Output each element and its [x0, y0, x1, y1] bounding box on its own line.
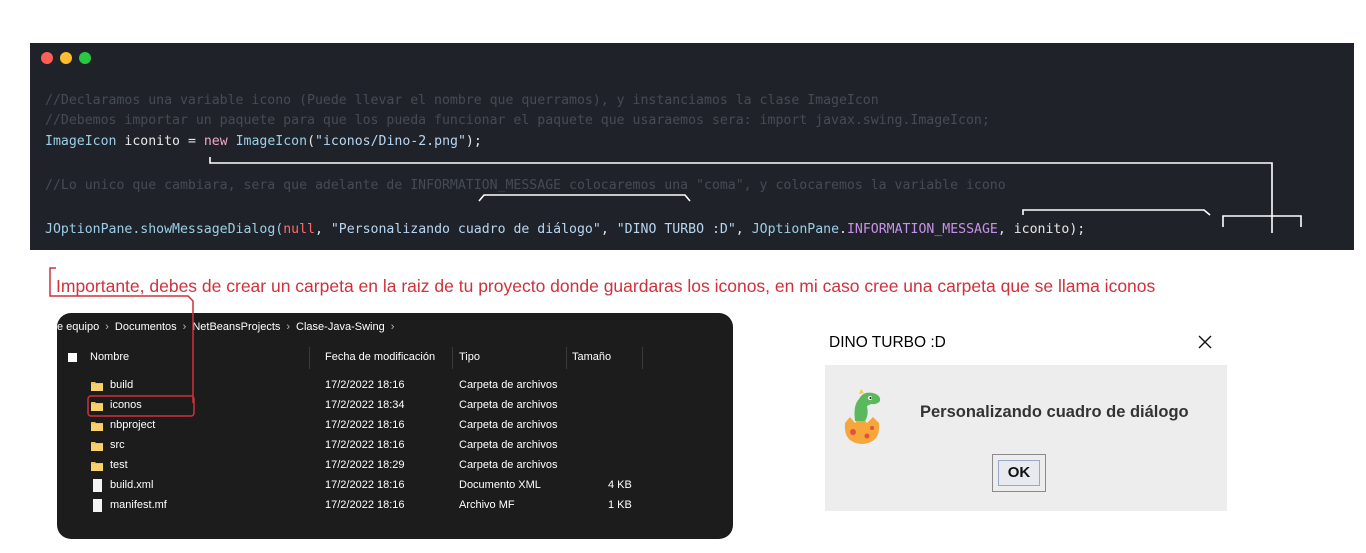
dialog-message: Personalizando cuadro de diálogo — [920, 403, 1189, 421]
dialog-title: DINO TURBO :D — [829, 334, 946, 351]
dialog-body: Personalizando cuadro de diálogo OK — [825, 365, 1227, 511]
close-icon[interactable] — [1195, 332, 1215, 352]
dino-egg-icon — [844, 389, 881, 444]
ok-button[interactable]: OK — [992, 454, 1046, 492]
ok-button-label: OK — [998, 460, 1040, 486]
message-dialog: DINO TURBO :D Personalizando cuadro de d… — [823, 324, 1227, 514]
